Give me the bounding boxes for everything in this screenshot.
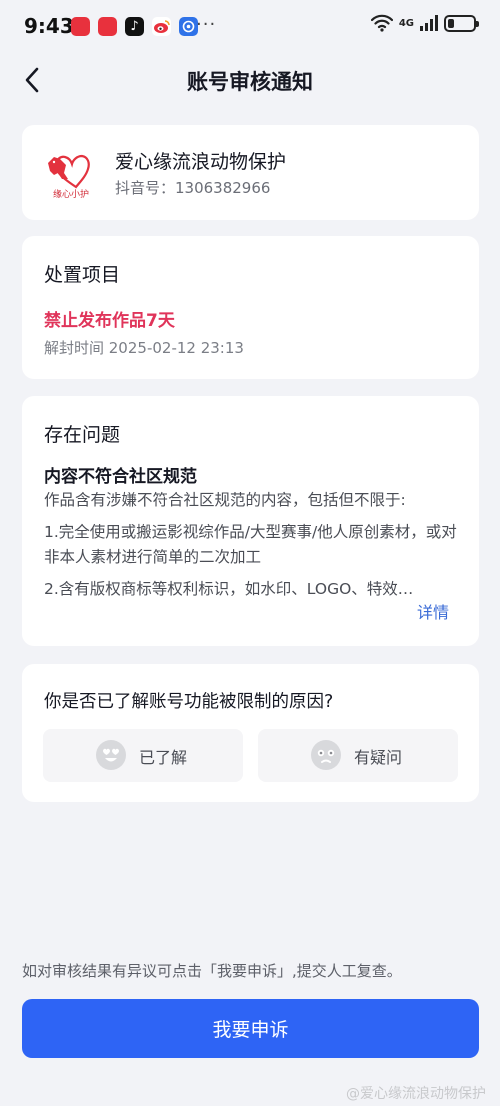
page-title: 账号审核通知	[187, 70, 313, 94]
rule-item: 1.完全使用或搬运影视综作品/大型赛事/他人原创素材，或对非本人素材进行简单的二…	[44, 523, 457, 566]
wifi-icon	[370, 14, 393, 32]
app-notification-icon	[71, 17, 90, 36]
issue-card: 存在问题 内容不符合社区规范 作品含有涉嫌不符合社区规范的内容，包括但不限于: …	[22, 396, 479, 646]
account-card[interactable]: 缘心小护 爱心缘流浪动物保护 抖音号：1306382966	[22, 125, 479, 220]
question-button[interactable]: 有疑问	[258, 729, 458, 782]
rule-item: 2.含有版权商标等权利标识，如水印、LOGO、特效…	[44, 580, 414, 598]
rule-description: 作品含有涉嫌不符合社区规范的内容，包括但不限于:	[44, 491, 406, 509]
notification-icons: ♪	[71, 17, 198, 36]
understood-label: 已了解	[139, 748, 188, 767]
logo-text: 缘心小护	[53, 188, 89, 200]
app-notification-icon	[98, 17, 117, 36]
confused-emoji-icon	[311, 740, 341, 770]
network-type: 4G	[398, 17, 414, 29]
weibo-icon	[152, 17, 171, 36]
penalty-card: 处置项目 禁止发布作品7天 解封时间 2025-02-12 23:13	[22, 236, 479, 379]
question-label: 有疑问	[354, 748, 403, 767]
account-id: 抖音号：1306382966	[115, 179, 271, 197]
status-time: 9:43	[24, 14, 74, 38]
status-indicators: 4G	[370, 14, 479, 32]
understood-button[interactable]: 已了解	[43, 729, 243, 782]
violated-rule: 内容不符合社区规范	[44, 467, 197, 487]
tiktok-icon: ♪	[125, 17, 144, 36]
more-notifications-icon: ···	[196, 14, 217, 35]
details-link[interactable]: 详情	[417, 599, 449, 623]
watermark: @爱心缘流浪动物保护	[346, 1086, 486, 1102]
avatar: 缘心小护	[48, 154, 90, 200]
appeal-button[interactable]: 我要申诉	[22, 999, 479, 1058]
appeal-hint: 如对审核结果有异议可点击「我要申诉」,提交人工复查。	[22, 962, 402, 980]
account-name: 爱心缘流浪动物保护	[115, 151, 287, 173]
feedback-card: 你是否已了解账号功能被限制的原因? 已了解 有疑问	[22, 664, 479, 802]
penalty-action: 禁止发布作品7天	[44, 311, 175, 331]
battery-icon	[444, 14, 479, 32]
issue-section-title: 存在问题	[44, 424, 121, 446]
heart-eyes-emoji-icon	[96, 740, 126, 770]
nav-header: 账号审核通知	[0, 52, 500, 108]
signal-icon	[420, 15, 438, 31]
status-bar: 9:43 ♪ ··· 4G	[0, 0, 500, 52]
feedback-question: 你是否已了解账号功能被限制的原因?	[44, 692, 334, 712]
unban-time: 解封时间 2025-02-12 23:13	[44, 339, 244, 357]
penalty-section-title: 处置项目	[44, 264, 121, 286]
